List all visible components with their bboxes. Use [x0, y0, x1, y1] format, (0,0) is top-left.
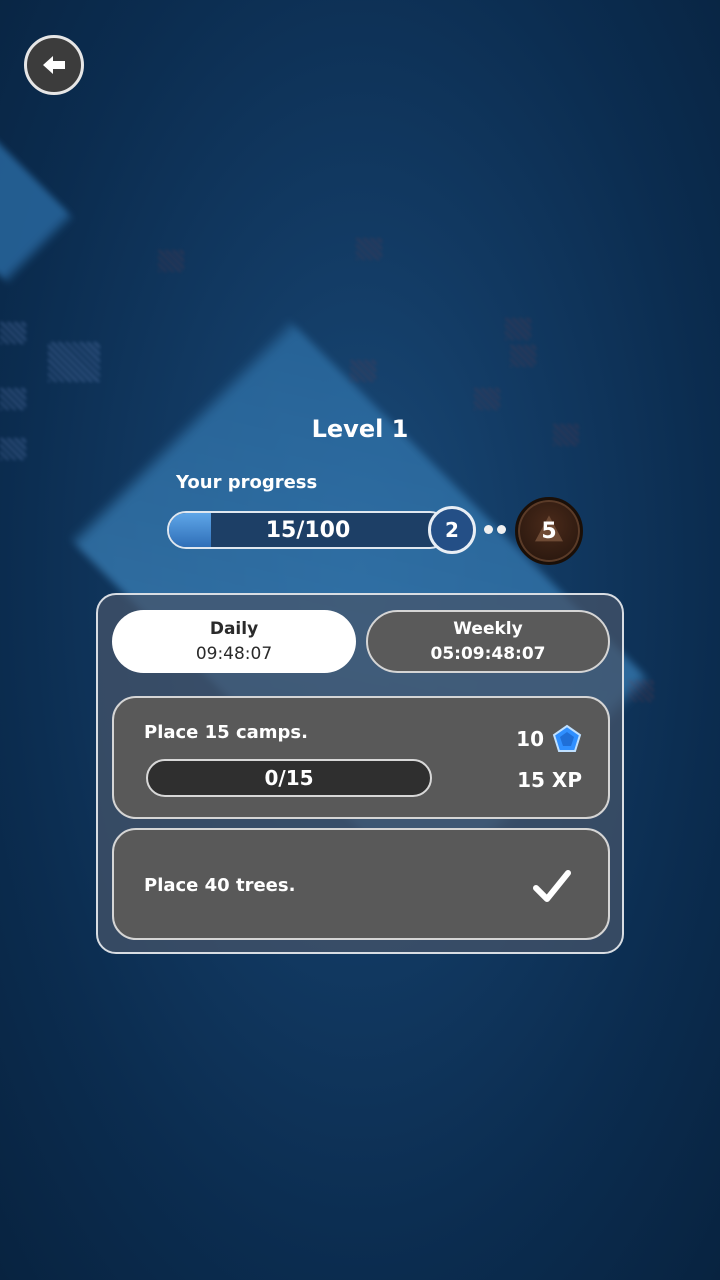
- reward-gems-amount: 10: [516, 727, 544, 751]
- dots-separator: [484, 525, 510, 535]
- rank-badge-number: 5: [541, 518, 557, 544]
- gem-icon: [552, 724, 582, 752]
- mission-description: Place 40 trees.: [144, 875, 296, 896]
- background-decor: [505, 318, 531, 340]
- background-decor: [158, 250, 184, 272]
- mission-description: Place 15 camps.: [144, 722, 308, 743]
- next-level-badge: 2: [428, 506, 476, 554]
- background-decor: [350, 360, 376, 382]
- background-decor: [628, 680, 654, 702]
- mission-card: Place 15 camps. 0/15 10 15 XP: [112, 696, 610, 819]
- rank-badge: 5: [515, 497, 583, 565]
- tab-daily-timer: 09:48:07: [195, 643, 273, 664]
- tab-daily[interactable]: Daily 09:48:07: [112, 610, 356, 673]
- background-decor: [356, 238, 382, 260]
- background-decor: [510, 345, 536, 367]
- background-decor: [0, 322, 26, 344]
- missions-panel: Daily 09:48:07 Weekly 05:09:48:07 Place …: [96, 593, 624, 954]
- tab-weekly-timer: 05:09:48:07: [430, 643, 546, 664]
- reward-gems: 10: [516, 724, 582, 754]
- level-title: Level 1: [311, 415, 409, 443]
- level-progress-text: 15/100: [265, 517, 351, 543]
- background-decor: [0, 388, 26, 410]
- mission-progress-bar: 0/15: [146, 759, 432, 797]
- mission-card: Place 40 trees.: [112, 828, 610, 940]
- reward-xp: 15 XP: [517, 768, 582, 792]
- tab-weekly[interactable]: Weekly 05:09:48:07: [366, 610, 610, 673]
- tab-weekly-label: Weekly: [453, 618, 523, 639]
- background-board-left: [0, 109, 71, 281]
- arrow-left-icon: [43, 56, 65, 74]
- level-progress-bar: 15/100: [167, 511, 449, 549]
- background-decor: [48, 342, 100, 382]
- background-decor: [474, 388, 500, 410]
- mission-progress-text: 0/15: [264, 766, 314, 790]
- check-icon: [533, 870, 571, 902]
- back-button[interactable]: [24, 35, 84, 95]
- progress-label: Your progress: [176, 472, 318, 493]
- tab-daily-label: Daily: [209, 618, 259, 639]
